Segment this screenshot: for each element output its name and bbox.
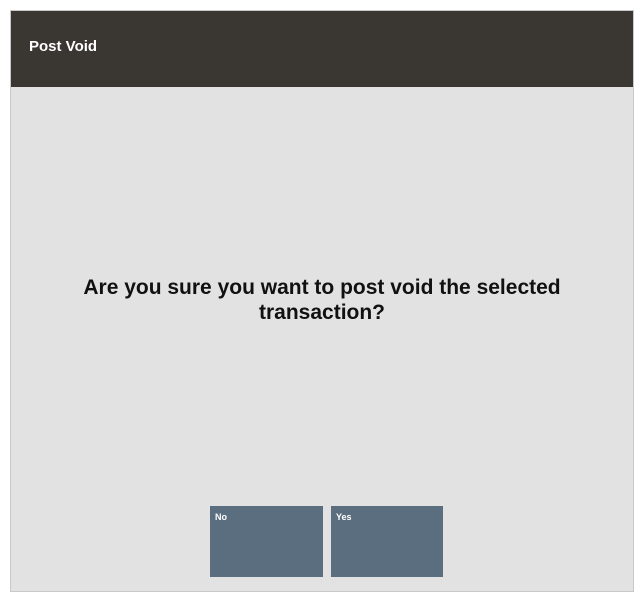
post-void-dialog: Post Void Are you sure you want to post … [10,10,634,592]
yes-button[interactable]: Yes [331,506,443,577]
no-button[interactable]: No [210,506,323,577]
no-button-label: No [215,512,227,522]
yes-button-label: Yes [336,512,352,522]
dialog-title: Post Void [29,38,98,55]
title-bar: Post Void [11,11,633,87]
confirmation-message: Are you sure you want to post void the s… [83,276,561,324]
